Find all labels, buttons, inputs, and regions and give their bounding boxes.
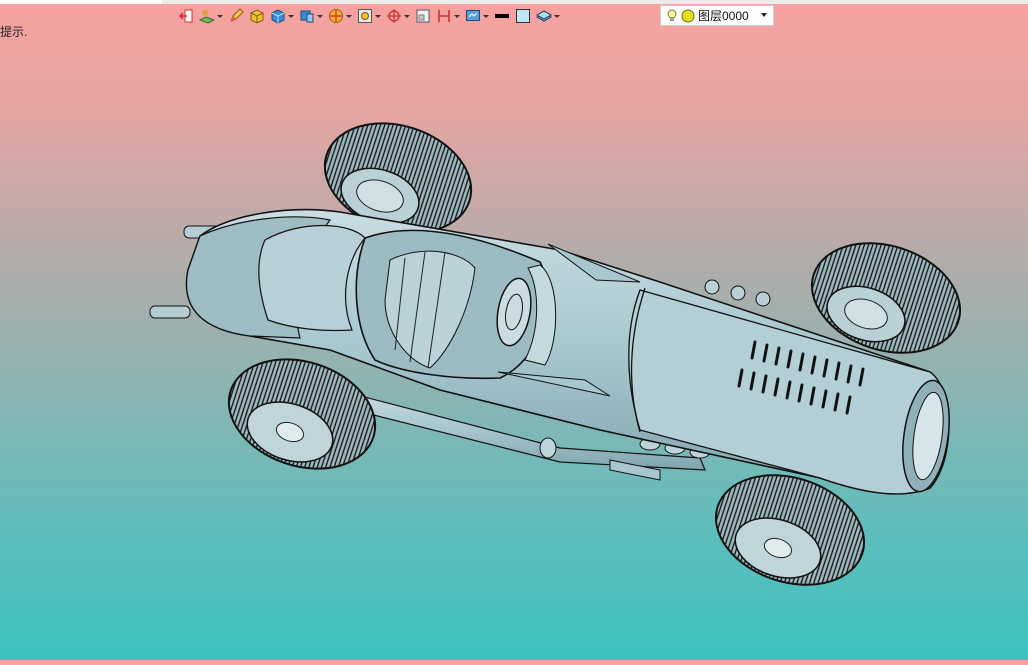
line-color-icon: [495, 14, 509, 18]
race-car-model[interactable]: [0, 0, 1028, 660]
chevron-down-icon[interactable]: [761, 13, 767, 17]
measure-button[interactable]: [436, 8, 460, 24]
color-wheel-icon: [329, 9, 343, 23]
exit-sketch-button[interactable]: [178, 8, 194, 24]
layer-tools-icon: [199, 10, 215, 24]
pencil-icon: [230, 8, 244, 22]
view-orient-button[interactable]: [299, 8, 323, 24]
material-icon: [536, 10, 552, 22]
display-mode-button[interactable]: [465, 8, 489, 24]
measure-icon: [438, 10, 450, 22]
material-button[interactable]: [536, 8, 560, 24]
fill-color-button[interactable]: [515, 8, 531, 24]
pencil-button[interactable]: [228, 8, 244, 24]
shaded-cube-button[interactable]: [270, 8, 294, 24]
line-color-button[interactable]: [494, 8, 510, 24]
3d-viewport[interactable]: [0, 0, 1028, 660]
tire-rear-bottom: [227, 358, 377, 470]
exit-sketch-icon: [178, 9, 193, 23]
main-toolbar: [178, 5, 565, 27]
layer-dropdown[interactable]: 图层0000: [660, 5, 774, 26]
zoom-fit-icon: [358, 9, 372, 23]
frame-icon: [416, 9, 430, 23]
layer-color-icon[interactable]: [681, 9, 695, 23]
layer-tools-button[interactable]: [199, 8, 223, 24]
solid-box-button[interactable]: [249, 8, 265, 24]
lightbulb-icon[interactable]: [666, 9, 678, 23]
crosshair-button[interactable]: [386, 8, 410, 24]
view-orient-icon: [300, 10, 314, 23]
crosshair-icon: [387, 9, 401, 23]
zoom-fit-button[interactable]: [357, 8, 381, 24]
display-mode-icon: [466, 10, 480, 21]
shaded-cube-icon: [271, 9, 285, 24]
layer-name: 图层0000: [698, 9, 749, 23]
fill-color-icon: [516, 9, 530, 23]
frame-button[interactable]: [415, 8, 431, 24]
color-wheel-button[interactable]: [328, 8, 352, 24]
solid-box-icon: [250, 9, 264, 24]
